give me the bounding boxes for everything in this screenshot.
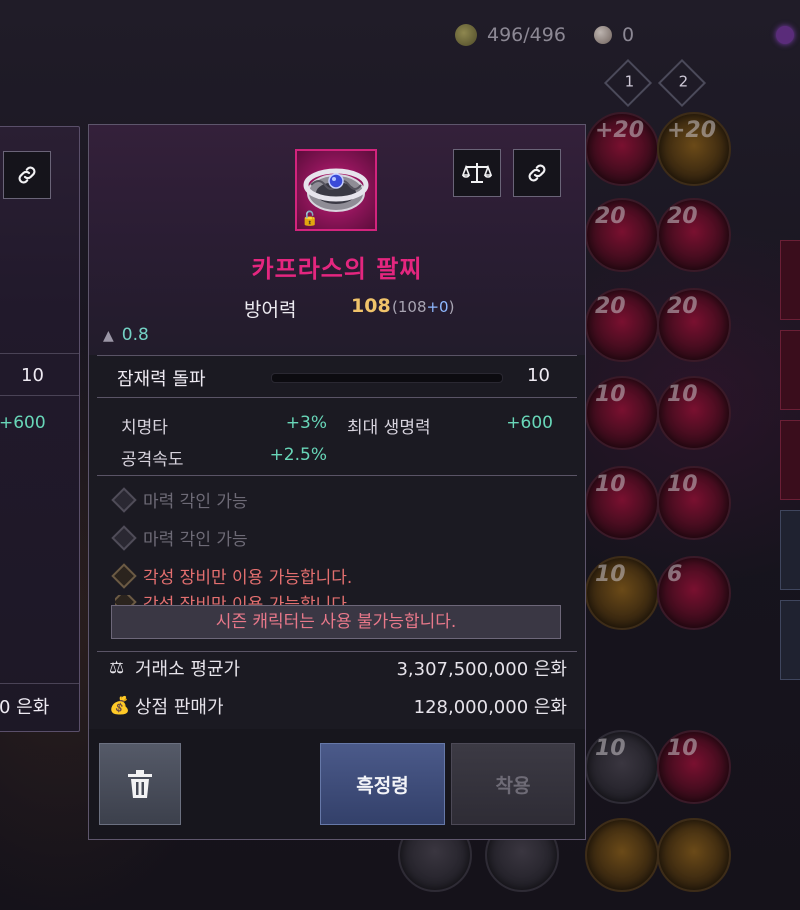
- equip-slot[interactable]: 10: [585, 730, 659, 804]
- money-bag-icon: 💰: [109, 696, 131, 716]
- engrave-diamond-icon: [111, 524, 137, 551]
- equip-slot[interactable]: 10: [657, 466, 731, 540]
- equip-slot[interactable]: 10: [657, 376, 731, 450]
- engrave-slot: 마력 각인 가능: [111, 486, 248, 513]
- market-price-value: 3,307,500,000 은화: [396, 659, 567, 680]
- pearl-icon: [593, 26, 612, 44]
- scales-icon: [462, 163, 492, 183]
- link-icon: [528, 164, 546, 182]
- side-panel-slot[interactable]: [780, 420, 800, 500]
- equip-slot[interactable]: 6: [657, 556, 731, 630]
- defense-base: (108+0): [392, 298, 455, 316]
- link-button[interactable]: [3, 151, 51, 199]
- compare-shop-price: 0 은화: [0, 697, 50, 718]
- link-icon: [18, 166, 36, 184]
- shop-price-value: 128,000,000 은화: [413, 697, 567, 718]
- stat-name: 치명타: [121, 418, 168, 438]
- shop-price-row: 💰 상점 판매가 128,000,000 은화: [109, 693, 567, 719]
- pearl-value: 0: [621, 24, 635, 46]
- item-tooltip: 🔓 카프라스의 팔찌 방어력 108 (108+0) ▲ 0.8 잠재력 돌파 1…: [88, 124, 586, 840]
- equip-slot[interactable]: 10: [585, 556, 659, 630]
- stat-value: +3%: [285, 413, 327, 433]
- equip-slot[interactable]: 20: [657, 288, 731, 362]
- equip-slot[interactable]: 20: [585, 198, 659, 272]
- stat-name: 최대 생명력: [347, 418, 431, 438]
- engrave-diamond-icon: [111, 486, 137, 513]
- equip-slot[interactable]: 20: [657, 198, 731, 272]
- compare-breakthrough-value: 10: [21, 365, 44, 386]
- compare-tooltip: 10 +600 0 은화: [0, 126, 80, 732]
- weight-icon: ▲: [103, 328, 114, 344]
- link-button[interactable]: [513, 149, 561, 197]
- item-icon-frame: 🔓: [295, 149, 377, 231]
- breakthrough-value: 10: [527, 365, 550, 386]
- stat-name: 공격속도: [121, 450, 184, 470]
- equip-slot[interactable]: [657, 818, 731, 892]
- defense-value: 108: [351, 295, 391, 317]
- item-weight: ▲ 0.8: [103, 325, 149, 345]
- equip-slot[interactable]: [585, 818, 659, 892]
- side-panel-slot[interactable]: [780, 510, 800, 590]
- side-panel-slot[interactable]: [780, 240, 800, 320]
- equip-slot[interactable]: +20: [585, 112, 659, 186]
- breakthrough-label: 잠재력 돌파: [117, 369, 206, 390]
- defense-label: 방어력: [244, 299, 297, 321]
- season-warning: 시즌 캐릭터는 사용 불가능합니다.: [111, 605, 561, 639]
- black-spirit-button[interactable]: 흑정령: [320, 743, 445, 825]
- energy-icon: [455, 24, 477, 46]
- stat-value: +2.5%: [269, 445, 327, 465]
- equip-slot[interactable]: +20: [657, 112, 731, 186]
- equip-slot[interactable]: 10: [657, 730, 731, 804]
- trash-icon: [128, 770, 152, 798]
- side-panel-slot[interactable]: [780, 600, 800, 680]
- equip-slot[interactable]: 10: [585, 466, 659, 540]
- equip-button[interactable]: 착용: [451, 743, 575, 825]
- market-button[interactable]: [453, 149, 501, 197]
- equip-slot[interactable]: 20: [585, 288, 659, 362]
- delete-button[interactable]: [99, 743, 181, 825]
- crystal-icon[interactable]: [776, 26, 794, 44]
- energy-value: 496/496: [487, 24, 566, 46]
- currency-bar: 496/496 0: [455, 20, 800, 50]
- engrave-slot: 마력 각인 가능: [111, 524, 248, 551]
- equip-slot[interactable]: 10: [585, 376, 659, 450]
- market-price-row: ⚖ 거래소 평균가 3,307,500,000 은화: [109, 655, 567, 681]
- engrave-diamond-icon: [111, 562, 137, 589]
- breakthrough-bar: [271, 373, 503, 383]
- lock-icon: 🔓: [301, 211, 319, 227]
- stat-value: +600: [506, 413, 553, 433]
- scales-icon: ⚖: [109, 658, 125, 678]
- compare-hp-value: +600: [0, 413, 46, 433]
- side-panel-slot[interactable]: [780, 330, 800, 410]
- defense-bonus: +0: [426, 298, 449, 316]
- item-name: 카프라스의 팔찌: [251, 255, 423, 283]
- awakening-warning: 각성 장비만 이용 가능합니다.: [111, 562, 352, 589]
